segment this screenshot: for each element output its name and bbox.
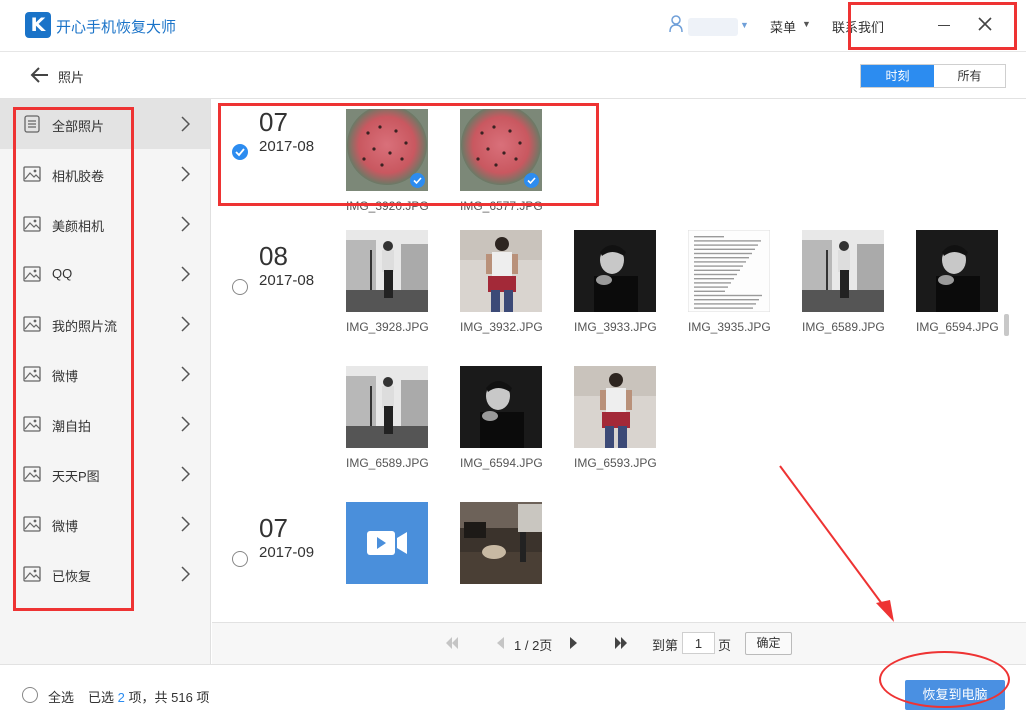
group-checkbox[interactable] [232, 551, 248, 567]
photo-thumbnail[interactable] [916, 230, 998, 312]
photo-filename: IMG_3928.JPG [346, 320, 429, 334]
chevron-right-icon [181, 416, 190, 432]
annotation-ellipse [879, 651, 1010, 708]
chevron-right-icon [181, 166, 190, 182]
user-icon[interactable] [669, 15, 683, 33]
annotation-box [218, 103, 599, 206]
first-page-icon[interactable] [445, 636, 459, 650]
photo-filename: IMG_3935.JPG [688, 320, 771, 334]
photo-thumbnail[interactable] [346, 366, 428, 448]
chevron-right-icon [181, 466, 190, 482]
photo-thumbnail[interactable] [460, 230, 542, 312]
chevron-right-icon [181, 266, 190, 282]
selection-summary: 已选 2 项，共 516 项 [88, 687, 209, 706]
photo-thumbnail[interactable] [460, 366, 542, 448]
annotation-box [13, 107, 134, 611]
goto-label: 到第 [652, 638, 679, 653]
annotation-box [848, 2, 1017, 50]
select-all-label[interactable]: 全选 [48, 687, 74, 706]
chevron-right-icon [181, 566, 190, 582]
chevron-right-icon [181, 216, 190, 232]
select-all-radio[interactable] [22, 687, 38, 703]
photo-thumbnail[interactable] [574, 230, 656, 312]
chevron-right-icon [181, 316, 190, 332]
chevron-right-icon [181, 116, 190, 132]
photo-filename: IMG_6593.JPG [574, 456, 657, 470]
date-group: 08 2017-08 IMG_3928.JPG IMG_3932.JPG IMG_393… [212, 217, 1012, 487]
photo-thumbnail[interactable] [802, 230, 884, 312]
photo-thumbnail[interactable] [688, 230, 770, 312]
footer: 全选 已选 2 项，共 516 项 恢复到电脑 [0, 664, 1026, 719]
page-title: 照片 [58, 70, 85, 85]
photo-filename: IMG_3932.JPG [460, 320, 543, 334]
photo-thumbnail[interactable] [460, 502, 542, 584]
photo-thumbnail[interactable] [574, 366, 656, 448]
tab-all[interactable]: 所有 [934, 65, 1005, 87]
prev-page-icon[interactable] [495, 636, 505, 650]
group-day: 08 [259, 241, 288, 271]
back-arrow-icon[interactable] [30, 66, 50, 84]
selected-suffix: 项，共 516 项 [128, 690, 210, 705]
photo-filename: IMG_6594.JPG [460, 456, 543, 470]
page-number-input[interactable] [682, 632, 715, 654]
scrollbar[interactable] [1004, 314, 1009, 336]
chevron-right-icon [181, 366, 190, 382]
account-name[interactable] [688, 18, 738, 36]
group-day: 07 [259, 513, 288, 543]
next-page-icon[interactable] [569, 636, 579, 650]
page-indicator: 1 / 2页 [514, 638, 553, 653]
photo-thumbnail[interactable] [346, 230, 428, 312]
app-title: 开心手机恢复大师 [56, 19, 177, 36]
tab-moments[interactable]: 时刻 [861, 65, 934, 87]
group-date: 2017-09 [259, 544, 315, 561]
chevron-down-icon[interactable]: ▼ [740, 20, 749, 30]
photo-filename: IMG_6589.JPG [346, 456, 429, 470]
photo-filename: IMG_6589.JPG [802, 320, 885, 334]
menu-button[interactable]: 菜单 [770, 17, 796, 36]
chevron-down-icon[interactable]: ▼ [802, 19, 811, 29]
last-page-icon[interactable] [614, 636, 628, 650]
page-suffix: 页 [718, 638, 732, 653]
app-logo: K [25, 12, 51, 38]
photo-thumbnail[interactable] [346, 502, 428, 584]
group-date: 2017-08 [259, 272, 315, 289]
group-checkbox[interactable] [232, 279, 248, 295]
photo-filename: IMG_6594.JPG [916, 320, 999, 334]
view-toggle: 时刻 所有 [860, 64, 1006, 88]
chevron-right-icon [181, 516, 190, 532]
photo-filename: IMG_3933.JPG [574, 320, 657, 334]
date-group: 07 2017-09 [212, 489, 1012, 609]
selected-prefix: 已选 [88, 690, 115, 705]
selected-count: 2 [117, 690, 125, 705]
confirm-button[interactable]: 确定 [745, 632, 792, 655]
